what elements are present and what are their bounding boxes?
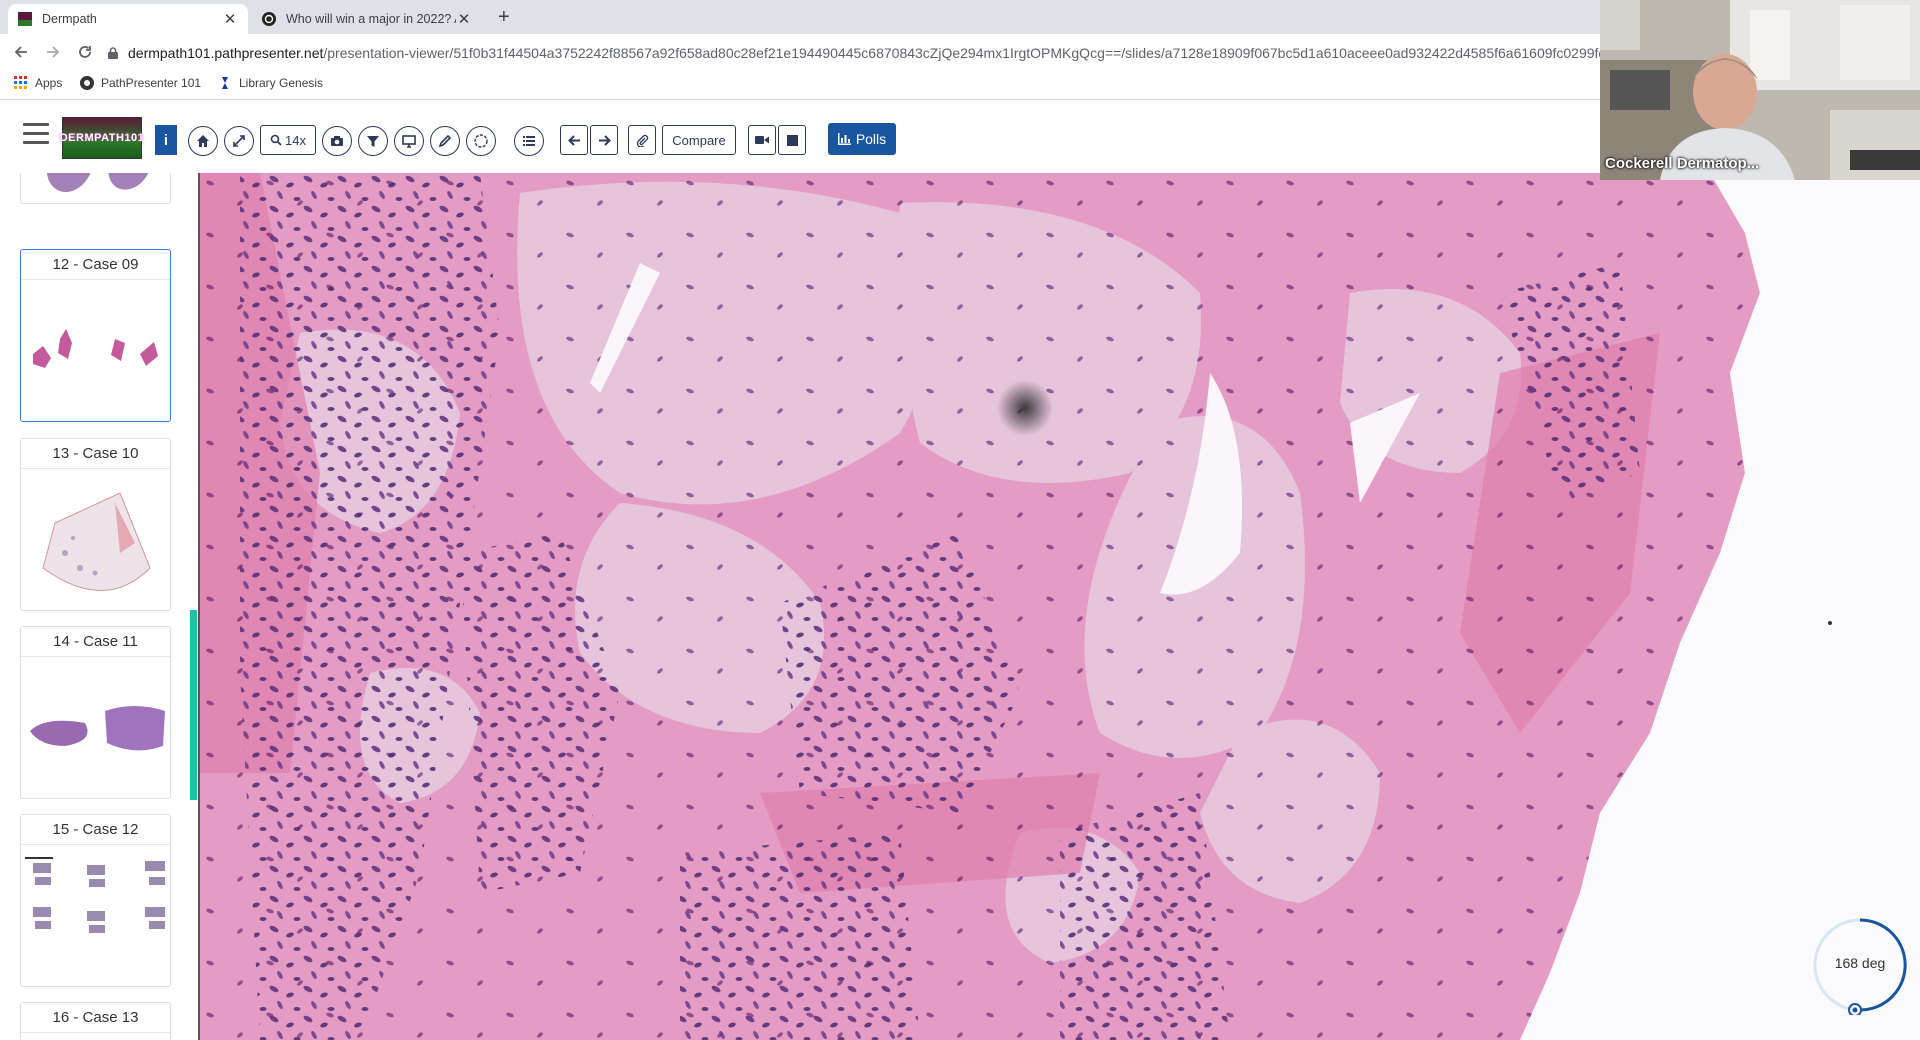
- stop-button[interactable]: [778, 125, 806, 155]
- next-slide-button[interactable]: [590, 125, 618, 155]
- lock-icon: [108, 47, 118, 59]
- case-label: 13 - Case 10: [21, 439, 170, 469]
- stop-icon: [786, 134, 798, 146]
- home-icon: [197, 135, 209, 147]
- list-button[interactable]: [514, 126, 544, 156]
- slide-thumbnail: [42, 492, 151, 591]
- library-genesis-icon: [222, 77, 228, 89]
- case-card-11[interactable]: 14 - Case 11: [20, 626, 171, 799]
- video-camera-icon: [755, 136, 769, 144]
- paperclip-icon: [636, 134, 648, 147]
- monitor-icon: [402, 135, 416, 148]
- case-card-previous[interactable]: [20, 173, 171, 204]
- presenter-name: Cockerell Dermatop...: [1605, 155, 1760, 172]
- zoom-level: 14x: [285, 132, 306, 148]
- forward-arrow-icon[interactable]: [44, 43, 62, 61]
- rotation-degrees: 168 deg: [1834, 955, 1886, 971]
- bar-chart-icon: [837, 133, 851, 145]
- case-card-10[interactable]: 13 - Case 10: [20, 438, 171, 611]
- dermpath-favicon-icon: [18, 12, 32, 26]
- bookmark-label: Apps: [35, 76, 63, 90]
- zoom-icon: [270, 134, 282, 146]
- case-card-12[interactable]: 15 - Case 12: [20, 814, 171, 987]
- case-label: 12 - Case 09: [21, 250, 170, 280]
- menu-icon[interactable]: [23, 123, 49, 145]
- bookmark-library-genesis[interactable]: Library Genesis: [218, 76, 323, 90]
- filter-icon: [367, 136, 379, 147]
- url-domain: dermpath101.pathpresenter.net: [128, 45, 324, 61]
- slide-thumbnail-sidebar: 12 - Case 09 13 - Case 10 14 - Case 11 1…: [0, 173, 198, 1040]
- fullscreen-button[interactable]: [224, 126, 254, 156]
- tab-dermpath[interactable]: Dermpath ✕: [8, 4, 248, 34]
- pathpresenter-icon: [80, 76, 94, 90]
- viewer-toolbar: DERMPATH101 i 14x Compare Polls: [0, 101, 1600, 173]
- expand-icon: [233, 135, 245, 147]
- address-bar[interactable]: dermpath101.pathpresenter.net/presentati…: [108, 39, 1608, 67]
- present-button[interactable]: [394, 126, 424, 156]
- sidebar-scrollbar[interactable]: [190, 610, 197, 800]
- tab-major-2022[interactable]: Who will win a major in 2022? A ✕: [252, 4, 482, 34]
- polls-label: Polls: [855, 131, 887, 147]
- info-button[interactable]: i: [155, 125, 177, 155]
- new-tab-icon[interactable]: +: [498, 6, 510, 28]
- lasso-icon: [474, 134, 488, 148]
- camera-icon: [331, 136, 343, 146]
- case-label: 16 - Case 13: [21, 1003, 170, 1033]
- pencil-icon: [438, 134, 452, 148]
- case-card-13[interactable]: 16 - Case 13: [20, 1002, 171, 1040]
- site-favicon-icon: [262, 12, 276, 26]
- bookmark-apps[interactable]: Apps: [14, 76, 62, 90]
- tab-title: Who will win a major in 2022? A: [286, 12, 456, 26]
- bookmark-pathpresenter[interactable]: PathPresenter 101: [80, 76, 201, 90]
- list-icon: [523, 136, 535, 146]
- freehand-button[interactable]: [466, 126, 496, 156]
- bookmark-label: Library Genesis: [239, 76, 324, 90]
- snapshot-button[interactable]: [322, 126, 352, 156]
- annotate-button[interactable]: [430, 126, 460, 156]
- apps-grid-icon: [14, 76, 27, 89]
- tab-title: Dermpath: [42, 12, 97, 26]
- polls-button[interactable]: Polls: [828, 123, 896, 155]
- arrow-left-icon: [567, 134, 580, 146]
- back-arrow-icon[interactable]: [12, 43, 30, 61]
- zoom-button[interactable]: 14x: [260, 125, 316, 155]
- arrow-right-icon: [598, 134, 611, 146]
- presenter-video-feed: [1600, 0, 1920, 180]
- case-card-09[interactable]: 12 - Case 09: [20, 249, 171, 422]
- slide-thumbnail: [30, 706, 165, 751]
- slide-thumbnail: [33, 329, 158, 368]
- attachment-button[interactable]: [628, 125, 656, 155]
- slide-thumbnail: [25, 857, 165, 933]
- slide-viewer[interactable]: [198, 173, 1920, 1040]
- close-icon[interactable]: ✕: [222, 10, 238, 28]
- dermpath-logo: DERMPATH101: [60, 117, 144, 159]
- case-label: 14 - Case 11: [21, 627, 170, 657]
- previous-slide-button[interactable]: [560, 125, 588, 155]
- url-path: /presentation-viewer/51f0b31f44504a37522…: [323, 45, 1606, 61]
- close-icon[interactable]: ✕: [456, 10, 472, 28]
- presenter-video: Cockerell Dermatop...: [1600, 0, 1920, 180]
- home-button[interactable]: [188, 126, 218, 156]
- case-label: 15 - Case 12: [21, 815, 170, 845]
- compare-button[interactable]: Compare: [662, 125, 736, 155]
- histology-slide-image[interactable]: [200, 173, 1920, 1040]
- record-video-button[interactable]: [748, 125, 776, 155]
- bookmark-label: PathPresenter 101: [101, 76, 202, 90]
- reload-icon[interactable]: [76, 43, 94, 61]
- rotation-dial[interactable]: 168 deg: [1810, 915, 1910, 1017]
- slide-thumbnail: [46, 173, 152, 193]
- filter-button[interactable]: [358, 126, 388, 156]
